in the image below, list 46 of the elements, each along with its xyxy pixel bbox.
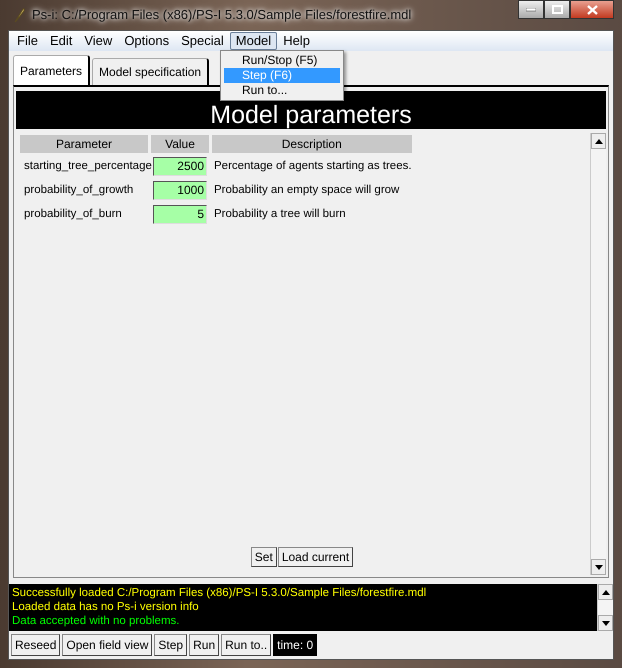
maximize-icon xyxy=(552,5,562,14)
scrollbar[interactable] xyxy=(597,584,613,631)
up-arrow-icon xyxy=(594,138,602,144)
down-arrow-icon xyxy=(602,620,610,626)
log-line: Successfully loaded C:/Program Files (x86)/PS-I 5.3.0/Sample Files/forestfire.mdl xyxy=(12,586,428,600)
toolbar-button[interactable]: Open field view xyxy=(62,634,152,656)
toolbar-button[interactable]: Run to.. xyxy=(221,634,272,656)
description: Probability a tree will burn xyxy=(213,207,347,222)
time-label: time: 0 xyxy=(273,634,318,656)
menu-item[interactable]: Special xyxy=(175,32,230,50)
panel-button[interactable]: Load current xyxy=(278,547,354,567)
value-field[interactable]: 1000 xyxy=(153,180,207,200)
menu-item[interactable]: Options xyxy=(118,32,176,50)
minimize-button[interactable] xyxy=(518,0,544,19)
toolbar-button[interactable]: Reseed xyxy=(11,634,60,656)
column-header: Description xyxy=(212,135,412,153)
menu-item[interactable]: Edit xyxy=(44,32,78,50)
toolbar-button[interactable]: Step xyxy=(154,634,188,656)
parameter-name: probability_of_burn xyxy=(23,207,123,222)
close-icon xyxy=(586,4,598,14)
menu-item[interactable]: Model xyxy=(230,32,278,50)
description: Percentage of agents starting as trees. xyxy=(213,159,412,174)
log-line: Data accepted with no problems. xyxy=(12,614,180,628)
minimize-icon xyxy=(526,8,536,12)
feather-icon xyxy=(12,7,26,23)
tab[interactable]: Parameters xyxy=(13,55,90,85)
menu-item[interactable]: View xyxy=(78,32,118,50)
maximize-button[interactable] xyxy=(544,0,570,19)
up-arrow-icon xyxy=(602,590,610,594)
value-field[interactable]: 2500 xyxy=(153,156,207,176)
log-line: Loaded data has no Ps-i version info xyxy=(12,600,200,614)
toolbar-button[interactable]: Run xyxy=(189,634,220,656)
panel-button[interactable]: Set xyxy=(250,547,277,567)
column-header: Parameter xyxy=(20,135,148,153)
column-header: Value xyxy=(151,135,209,153)
down-arrow-icon xyxy=(594,564,602,570)
description: Probability an empty space will grow xyxy=(213,183,400,198)
tab[interactable]: Model specification xyxy=(92,58,210,85)
window-title: Ps-i: C:/Program Files (x86)/PS-I 5.3.0/Sample Files/forestfire.mdl xyxy=(32,6,412,24)
menu-item[interactable]: File xyxy=(11,32,44,50)
parameter-name: probability_of_growth xyxy=(23,183,134,198)
scrollbar[interactable] xyxy=(590,133,606,575)
menu-item[interactable]: Help xyxy=(277,32,316,50)
menu-option[interactable]: Run/Stop (F5) xyxy=(224,53,340,68)
value-field[interactable]: 5 xyxy=(153,204,207,224)
close-button[interactable] xyxy=(570,0,614,19)
